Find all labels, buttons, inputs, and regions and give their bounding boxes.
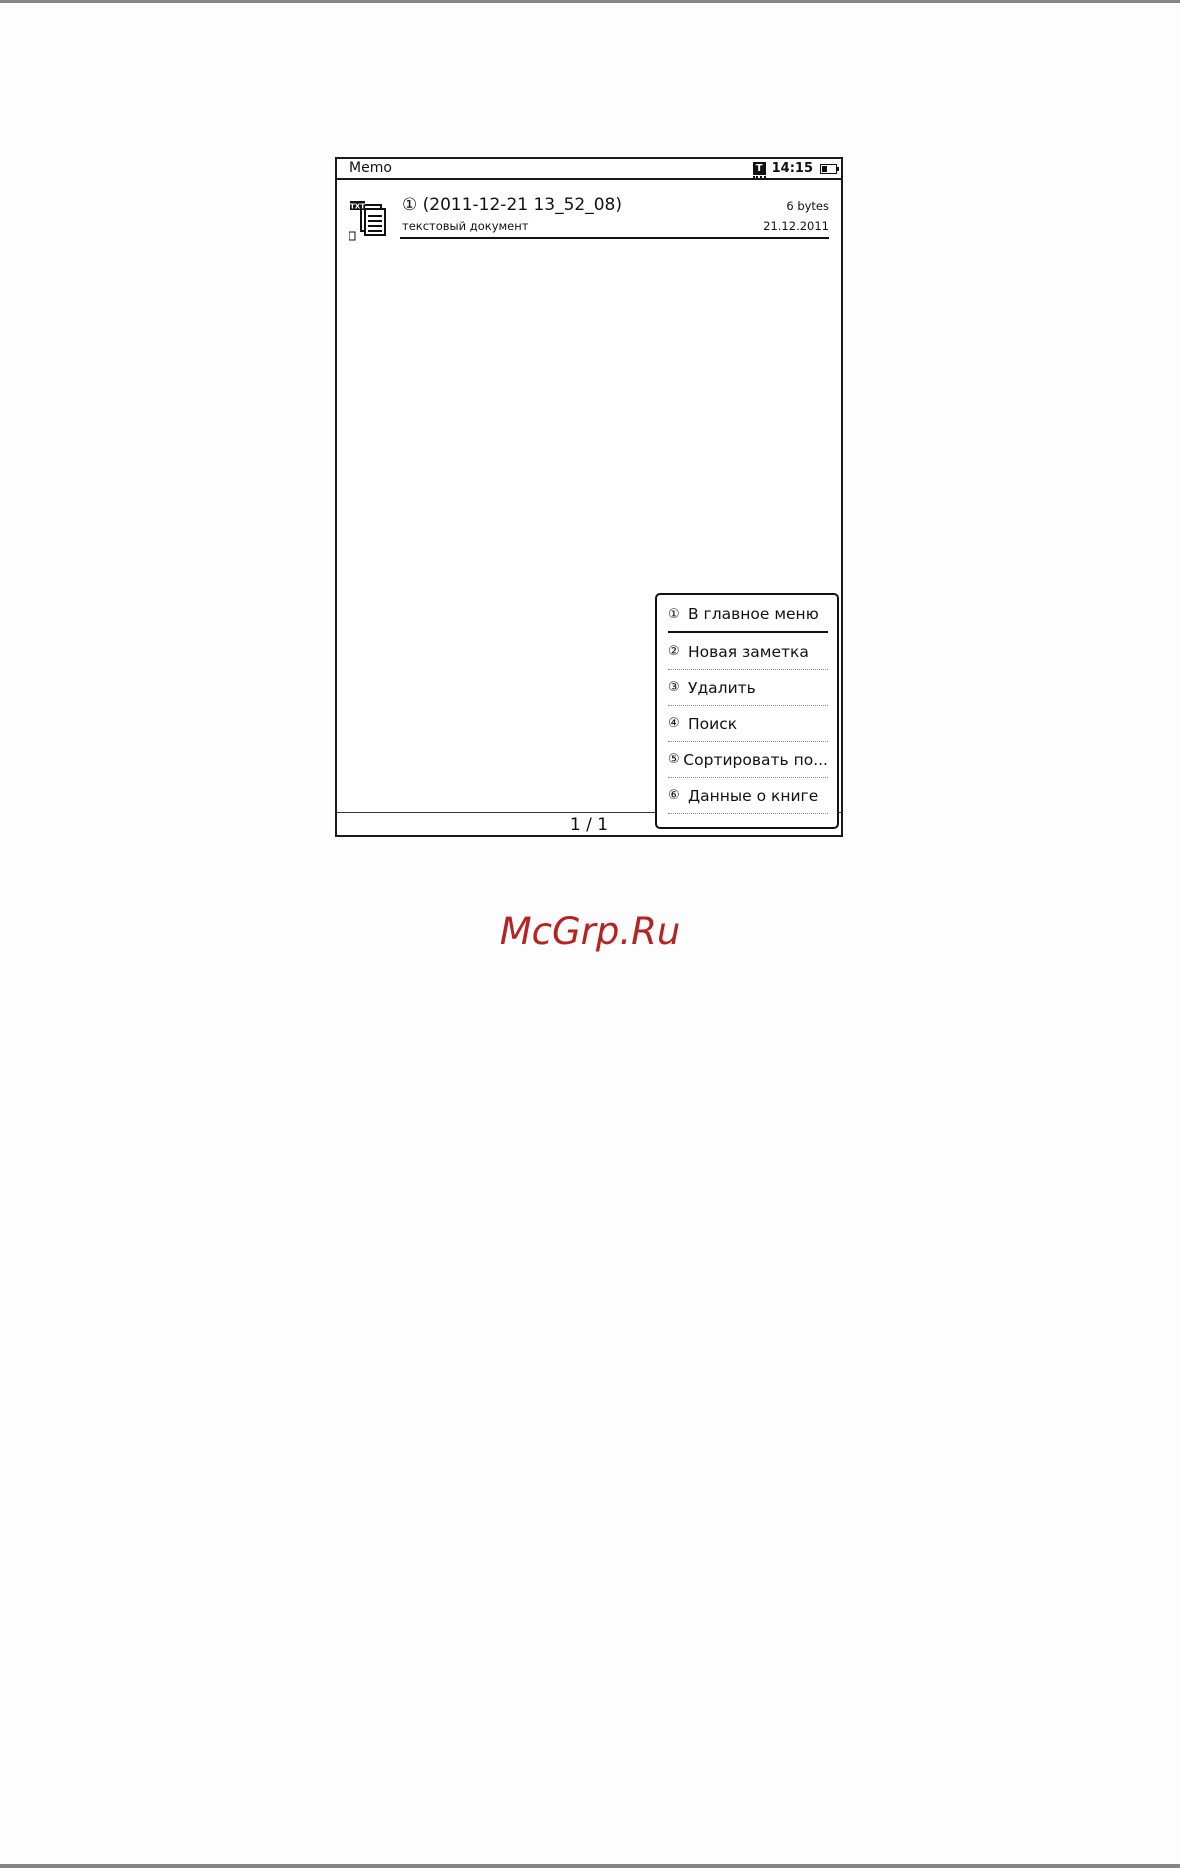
selection-underline — [400, 237, 829, 239]
clock: 14:15 — [771, 161, 813, 176]
menu-item-label: Сортировать по... — [683, 750, 828, 769]
menu-item-main-menu[interactable]: ① В главное меню — [668, 597, 828, 633]
menu-item-number: ③ — [668, 680, 680, 695]
menu-item-delete[interactable]: ③ Удалить — [668, 670, 828, 706]
txt-icon-label: TXT — [350, 203, 365, 211]
menu-item-label: В главное меню — [688, 605, 819, 623]
file-list-item[interactable]: TXT ① (2011-12-21 13_52_08) 6 bytes текс… — [337, 179, 841, 241]
file-size: 6 bytes — [786, 199, 829, 213]
page-top-rule — [0, 0, 1180, 3]
watermark-logo: McGrp.Ru — [499, 910, 681, 953]
txt-document-icon: TXT — [349, 201, 386, 241]
menu-item-label: Удалить — [688, 678, 756, 697]
menu-item-label: Данные о книге — [688, 786, 819, 805]
menu-item-number: ① — [668, 606, 680, 622]
menu-item-number: ⑥ — [668, 788, 680, 803]
menu-item-book-info[interactable]: ⑥ Данные о книге — [668, 778, 828, 814]
menu-item-label: Поиск — [688, 714, 738, 733]
menu-item-number: ⑤ — [668, 752, 680, 767]
file-name: ① (2011-12-21 13_52_08) — [402, 195, 623, 215]
menu-item-search[interactable]: ④ Поиск — [668, 706, 828, 742]
text-mode-icon: T — [752, 162, 766, 178]
context-menu: ① В главное меню ② Новая заметка ③ Удали… — [655, 593, 839, 829]
page-bottom-rule — [0, 1864, 1180, 1868]
status-bar: Memo T 14:15 — [337, 159, 841, 180]
status-indicators: T 14:15 — [752, 159, 839, 178]
menu-item-sort-by[interactable]: ⑤ Сортировать по... — [668, 742, 828, 778]
battery-icon — [820, 163, 839, 174]
menu-item-number: ④ — [668, 716, 680, 731]
menu-item-new-note[interactable]: ② Новая заметка — [668, 634, 828, 670]
menu-item-label: Новая заметка — [688, 642, 809, 661]
file-date: 21.12.2011 — [763, 219, 829, 233]
device-screen: Memo T 14:15 TXT ① (2011-12-21 13_52_08)… — [335, 157, 843, 837]
app-title: Memo — [349, 160, 392, 176]
menu-item-number: ② — [668, 644, 680, 659]
file-type: текстовый документ — [402, 219, 529, 233]
